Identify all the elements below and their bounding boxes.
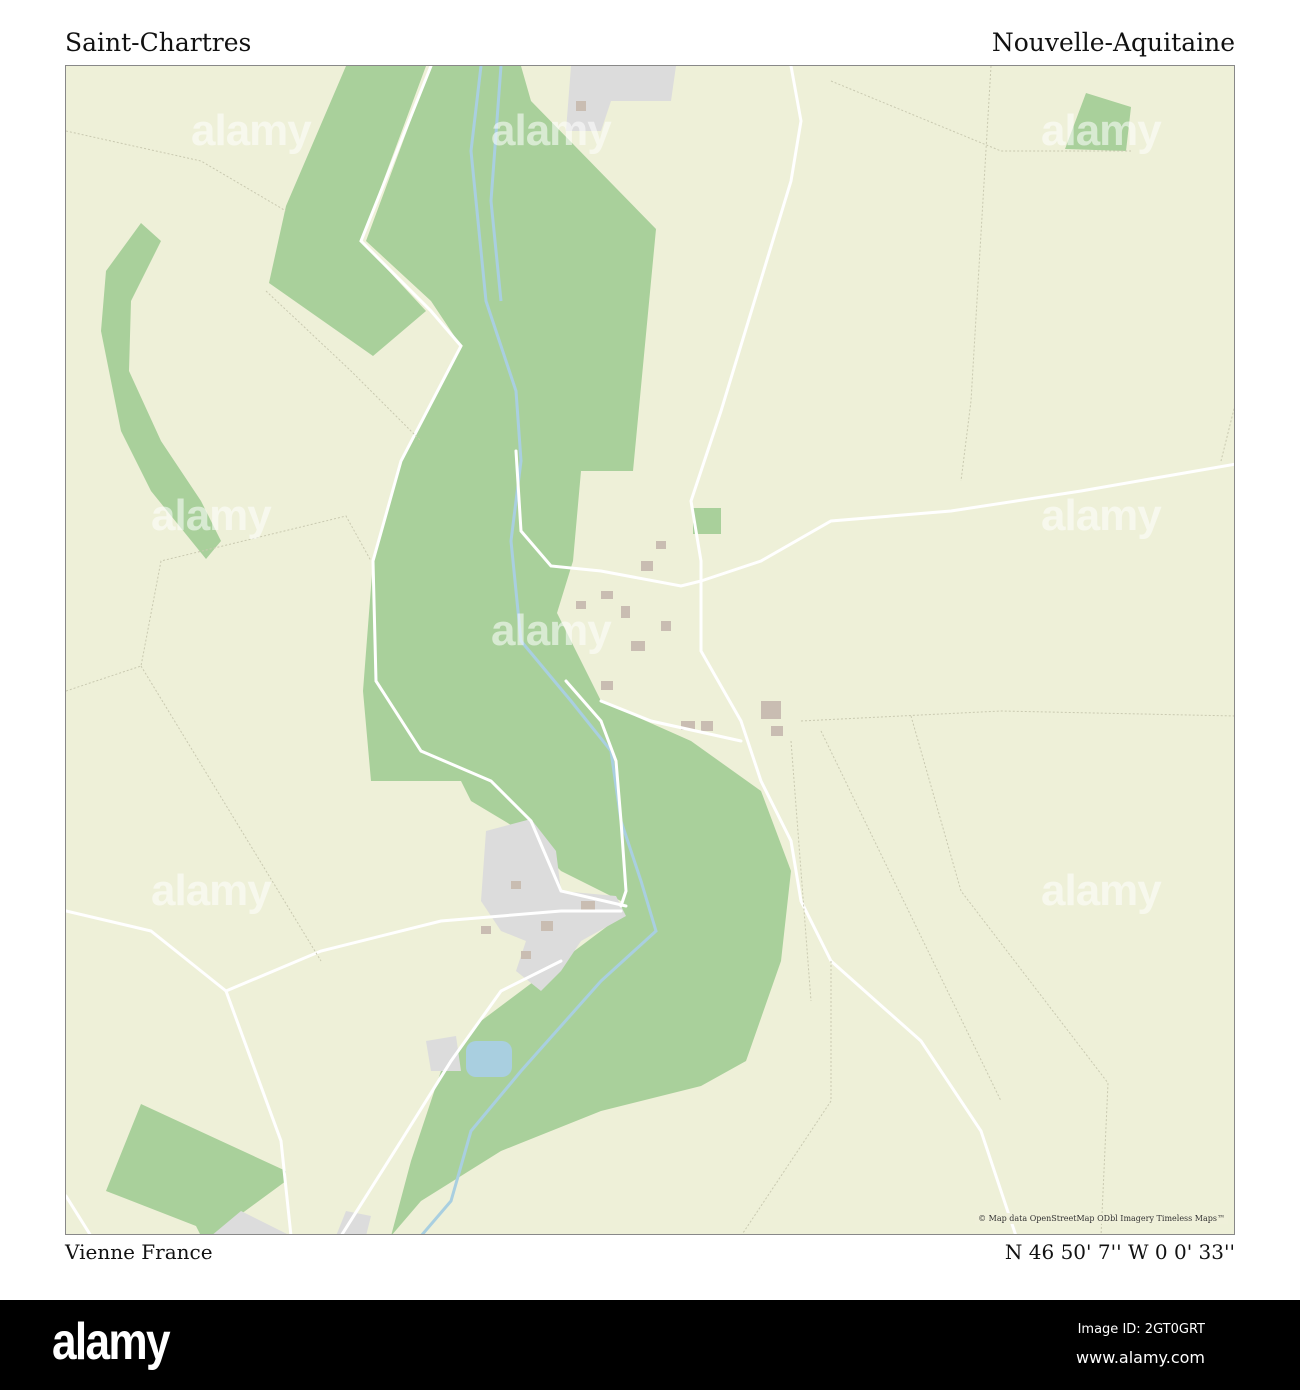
watermark: alamy [191,106,312,155]
stock-url[interactable]: www.alamy.com [1076,1348,1205,1367]
map-canvas[interactable]: alamy alamy alamy alamy alamy alamy alam… [65,65,1235,1235]
watermark: alamy [1041,866,1162,915]
watermark: alamy [151,866,272,915]
location-label: Vienne France [65,1240,213,1264]
image-id: Image ID: 2GT0GRT [1077,1322,1205,1337]
stock-footer: alamy Image ID: 2GT0GRT www.alamy.com [0,1300,1300,1390]
watermark: alamy [491,106,612,155]
watermark: alamy [1041,106,1162,155]
pond [466,1041,512,1077]
alamy-logo: alamy [52,1313,171,1371]
map-title-region: Nouvelle-Aquitaine [991,28,1235,57]
map-title-place: Saint-Chartres [65,28,252,57]
watermark: alamy [491,606,612,655]
watermark: alamy [151,491,272,540]
map-svg [66,66,1234,1234]
map-attribution: © Map data OpenStreetMap ODbl Imagery Ti… [975,1213,1228,1224]
watermark: alamy [1041,491,1162,540]
coordinates-label: N 46 50' 7'' W 0 0' 33'' [1004,1240,1235,1264]
